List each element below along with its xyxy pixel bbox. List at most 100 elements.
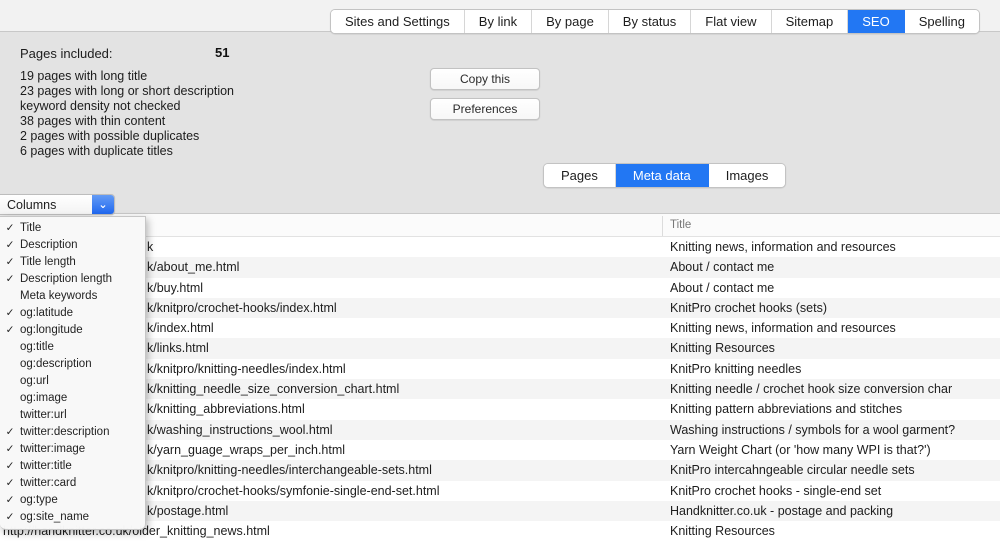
column-menu-item[interactable]: ✓ og:longitude <box>0 321 145 338</box>
table-row[interactable]: k/knitpro/crochet-hooks/symfonie-single-… <box>0 481 1000 501</box>
meta-data-table: Title k Knitting news, information and r… <box>0 213 1000 534</box>
url-cell: k/knitpro/crochet-hooks/symfonie-single-… <box>147 484 439 498</box>
seo-view-segmented-control: Pages Meta data Images <box>543 163 786 188</box>
chevron-down-icon: ⌄ <box>92 195 114 214</box>
checkmark-icon: ✓ <box>0 239 20 251</box>
url-cell: k/postage.html <box>147 504 228 518</box>
title-cell: Knitting pattern abbreviations and stitc… <box>670 402 902 416</box>
title-cell: About / contact me <box>670 281 774 295</box>
table-row[interactable]: k/about_me.html About / contact me <box>0 257 1000 277</box>
columns-popup-button[interactable]: Columns ⌄ <box>0 194 115 215</box>
column-menu-item[interactable]: ✓ twitter:card <box>0 475 145 492</box>
seo-stat-line: 19 pages with long title <box>20 69 234 84</box>
seo-view-tab[interactable]: Pages <box>544 164 616 187</box>
url-cell: k/knitpro/crochet-hooks/index.html <box>147 301 337 315</box>
column-divider[interactable] <box>662 216 663 236</box>
column-menu-item[interactable]: ✓ Description length <box>0 270 145 287</box>
main-tab[interactable]: Flat view <box>691 10 771 33</box>
table-row[interactable]: k/buy.html About / contact me <box>0 278 1000 298</box>
column-menu-item-label: og:title <box>20 341 54 353</box>
table-row[interactable]: k/knitting_abbreviations.html Knitting p… <box>0 399 1000 419</box>
main-tab[interactable]: Sitemap <box>772 10 849 33</box>
preferences-button[interactable]: Preferences <box>430 98 540 120</box>
title-column-header[interactable]: Title <box>670 219 691 231</box>
title-cell: KnitPro intercahngeable circular needle … <box>670 463 915 477</box>
column-menu-item[interactable]: og:title <box>0 338 145 355</box>
table-row[interactable]: http://handknitter.co.uk/older_knitting_… <box>0 521 1000 541</box>
checkmark-icon: ✓ <box>0 511 20 523</box>
column-menu-item[interactable]: ✓ twitter:description <box>0 424 145 441</box>
seo-stat-line: 38 pages with thin content <box>20 114 234 129</box>
column-menu-item-label: Description <box>20 239 78 251</box>
column-menu-item[interactable]: og:url <box>0 372 145 389</box>
table-row[interactable]: k/knitting_needle_size_conversion_chart.… <box>0 379 1000 399</box>
table-row[interactable]: k/index.html Knitting news, information … <box>0 318 1000 338</box>
table-row[interactable]: k Knitting news, information and resourc… <box>0 237 1000 257</box>
column-menu-item[interactable]: ✓ twitter:image <box>0 441 145 458</box>
seo-view-tab[interactable]: Meta data <box>616 164 709 187</box>
column-menu-item-label: og:site_name <box>20 511 89 523</box>
title-cell: About / contact me <box>670 260 774 274</box>
column-menu-item-label: og:description <box>20 358 92 370</box>
seo-view-tab[interactable]: Images <box>709 164 786 187</box>
column-menu-item[interactable]: ✓ Title <box>0 219 145 236</box>
column-menu-item[interactable]: ✓ twitter:title <box>0 458 145 475</box>
url-cell: k/index.html <box>147 321 214 335</box>
main-tab[interactable]: By page <box>532 10 609 33</box>
column-menu-item-label: og:type <box>20 494 58 506</box>
column-menu-item-label: og:latitude <box>20 307 73 319</box>
title-cell: Washing instructions / symbols for a woo… <box>670 423 955 437</box>
column-menu-item-label: og:longitude <box>20 324 83 336</box>
title-cell: Handknitter.co.uk - postage and packing <box>670 504 893 518</box>
table-row[interactable]: k/knitpro/knitting-needles/index.html Kn… <box>0 359 1000 379</box>
main-tab[interactable]: Spelling <box>905 10 979 33</box>
column-menu-item-label: twitter:card <box>20 477 76 489</box>
column-menu-item[interactable]: og:image <box>0 389 145 406</box>
seo-stat-line: 23 pages with long or short description <box>20 84 234 99</box>
checkmark-icon: ✓ <box>0 460 20 472</box>
column-menu-item[interactable]: ✓ Description <box>0 236 145 253</box>
table-row[interactable]: k/yarn_guage_wraps_per_inch.html Yarn We… <box>0 440 1000 460</box>
column-menu-item[interactable]: ✓ Title length <box>0 253 145 270</box>
main-tab[interactable]: By link <box>465 10 532 33</box>
column-menu-item[interactable]: ✓ og:latitude <box>0 304 145 321</box>
title-cell: Knitting Resources <box>670 524 775 538</box>
pages-included-label: Pages included: <box>20 46 113 61</box>
column-menu-item[interactable]: og:description <box>0 355 145 372</box>
table-body: k Knitting news, information and resourc… <box>0 237 1000 541</box>
title-cell: Yarn Weight Chart (or 'how many WPI is t… <box>670 443 931 457</box>
title-cell: Knitting Resources <box>670 341 775 355</box>
checkmark-icon: ✓ <box>0 324 20 336</box>
column-menu-item-label: Meta keywords <box>20 290 97 302</box>
columns-popup-label: Columns <box>7 198 92 212</box>
column-menu-item-label: Title <box>20 222 41 234</box>
table-row[interactable]: k/knitpro/crochet-hooks/index.html KnitP… <box>0 298 1000 318</box>
url-cell: k/yarn_guage_wraps_per_inch.html <box>147 443 345 457</box>
seo-stat-line: 6 pages with duplicate titles <box>20 144 234 159</box>
main-tab[interactable]: SEO <box>848 10 904 33</box>
column-menu-item[interactable]: twitter:url <box>0 407 145 424</box>
column-menu-item[interactable]: ✓ og:type <box>0 492 145 509</box>
column-menu-item[interactable]: Meta keywords <box>0 287 145 304</box>
table-row[interactable]: k/postage.html Handknitter.co.uk - posta… <box>0 501 1000 521</box>
checkmark-icon: ✓ <box>0 222 20 234</box>
main-tab[interactable]: By status <box>609 10 691 33</box>
column-menu-item[interactable]: ✓ og:site_name <box>0 509 145 526</box>
checkmark-icon: ✓ <box>0 426 20 438</box>
table-row[interactable]: k/knitpro/knitting-needles/interchangeab… <box>0 460 1000 480</box>
url-cell: k/washing_instructions_wool.html <box>147 423 333 437</box>
column-menu-item-label: twitter:description <box>20 426 109 438</box>
title-cell: KnitPro crochet hooks (sets) <box>670 301 827 315</box>
url-cell: k/knitpro/knitting-needles/interchangeab… <box>147 463 432 477</box>
column-menu-item-label: og:url <box>20 375 49 387</box>
checkmark-icon: ✓ <box>0 307 20 319</box>
title-cell: Knitting news, information and resources <box>670 321 896 335</box>
seo-stats-list: 19 pages with long title 23 pages with l… <box>20 69 234 159</box>
url-cell: k/knitting_needle_size_conversion_chart.… <box>147 382 399 396</box>
main-tab[interactable]: Sites and Settings <box>331 10 465 33</box>
table-row[interactable]: k/washing_instructions_wool.html Washing… <box>0 420 1000 440</box>
copy-this-button[interactable]: Copy this <box>430 68 540 90</box>
column-menu-item-label: Title length <box>20 256 76 268</box>
url-cell: k/knitpro/knitting-needles/index.html <box>147 362 346 376</box>
table-row[interactable]: k/links.html Knitting Resources <box>0 338 1000 358</box>
